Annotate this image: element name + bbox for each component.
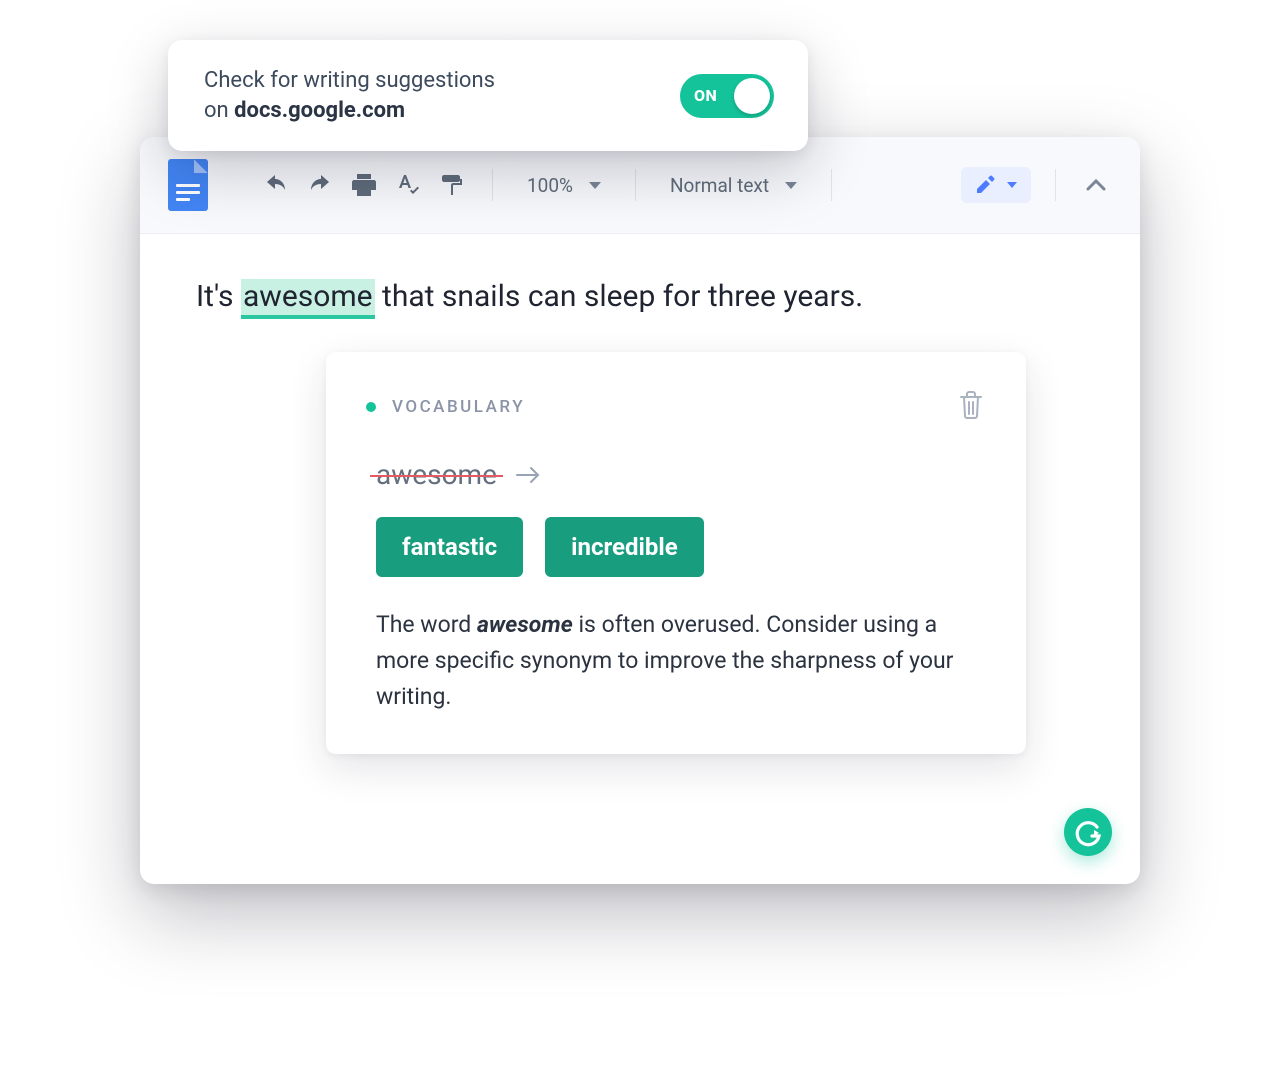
chevron-up-icon <box>1086 179 1106 191</box>
undo-button[interactable] <box>260 169 292 201</box>
suggestion-explanation: The word awesome is often overused. Cons… <box>376 607 988 714</box>
original-word-row: awesome <box>376 458 988 491</box>
suggestions-toggle[interactable]: ON <box>680 74 774 118</box>
toolbar-divider <box>492 169 493 201</box>
redo-button[interactable] <box>304 169 336 201</box>
zoom-value: 100% <box>527 174 573 197</box>
chevron-down-icon <box>1007 182 1017 188</box>
category-label: VOCABULARY <box>392 397 525 417</box>
extension-popup: Check for writing suggestions on docs.go… <box>168 40 808 151</box>
google-docs-icon[interactable] <box>168 159 208 211</box>
original-word: awesome <box>376 458 497 491</box>
print-button[interactable] <box>348 169 380 201</box>
extension-text: Check for writing suggestions on docs.go… <box>204 66 495 125</box>
document-body[interactable]: It's awesome that snails can sleep for t… <box>140 234 1140 884</box>
undo-icon <box>263 175 289 195</box>
redo-icon <box>307 175 333 195</box>
toggle-knob <box>734 78 770 114</box>
editing-mode-button[interactable] <box>961 167 1031 203</box>
paint-format-button[interactable] <box>436 169 468 201</box>
spellcheck-icon <box>396 173 420 197</box>
chevron-down-icon <box>785 182 797 189</box>
pencil-icon <box>975 175 995 195</box>
alternative-chips: fantastic incredible <box>376 517 988 577</box>
suggestion-category: VOCABULARY <box>366 397 525 417</box>
trash-icon <box>958 390 984 420</box>
print-icon <box>352 174 376 196</box>
highlighted-word[interactable]: awesome <box>241 279 375 319</box>
document-window: 100% Normal text It's awesome that sn <box>140 137 1140 884</box>
alternative-chip[interactable]: incredible <box>545 517 704 577</box>
suggestion-header: VOCABULARY <box>366 386 988 428</box>
extension-domain: docs.google.com <box>234 98 405 123</box>
sentence-after: that snails can sleep for three years. <box>375 279 864 314</box>
toolbar-divider <box>1055 169 1056 201</box>
category-dot-icon <box>366 402 376 412</box>
explain-before: The word <box>376 611 477 638</box>
collapse-button[interactable] <box>1080 169 1112 201</box>
zoom-select[interactable]: 100% <box>517 174 611 197</box>
document-sentence[interactable]: It's awesome that snails can sleep for t… <box>196 276 1084 318</box>
toolbar-divider <box>831 169 832 201</box>
explain-word: awesome <box>477 611 573 638</box>
spellcheck-button[interactable] <box>392 169 424 201</box>
dismiss-suggestion-button[interactable] <box>954 386 988 428</box>
paint-roller-icon <box>440 173 464 197</box>
toolbar-divider <box>635 169 636 201</box>
extension-prefix: Check for writing suggestions <box>204 68 495 93</box>
toggle-label: ON <box>694 86 717 105</box>
toolbar: 100% Normal text <box>140 137 1140 234</box>
extension-on-prefix: on <box>204 98 234 123</box>
grammarly-icon <box>1073 817 1103 847</box>
style-value: Normal text <box>670 174 769 197</box>
arrow-right-icon <box>515 464 541 486</box>
sentence-before: It's <box>196 279 241 314</box>
chevron-down-icon <box>589 182 601 189</box>
grammarly-badge[interactable] <box>1064 808 1112 856</box>
suggestion-card: VOCABULARY awesome fantastic incredible … <box>326 352 1026 754</box>
style-select[interactable]: Normal text <box>660 174 807 197</box>
alternative-chip[interactable]: fantastic <box>376 517 523 577</box>
